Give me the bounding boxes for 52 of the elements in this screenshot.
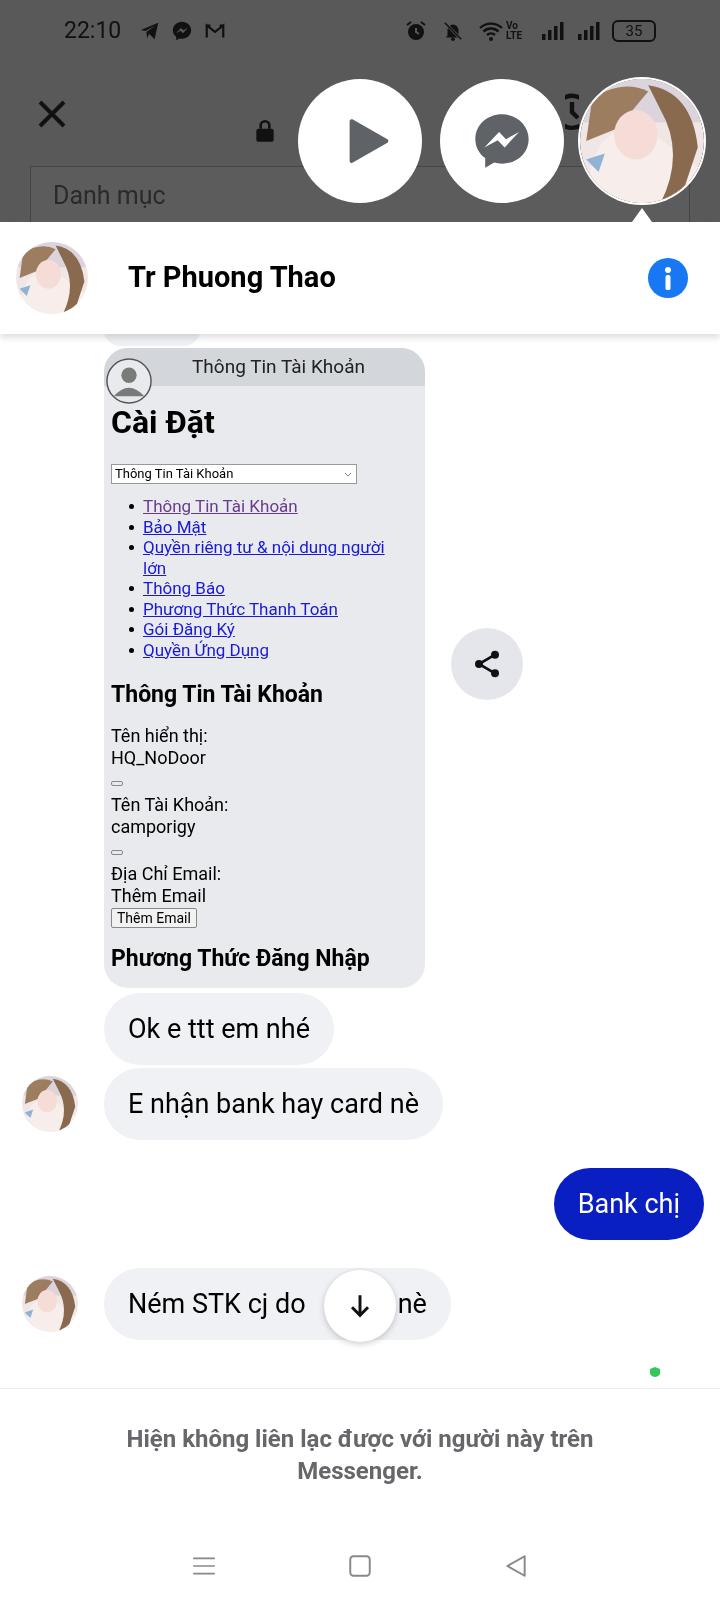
settings-link[interactable]: Quyền Ứng Dụng bbox=[143, 639, 270, 660]
chevron-down-icon bbox=[344, 471, 352, 477]
settings-link[interactable]: Thông Báo bbox=[143, 578, 225, 599]
info-icon bbox=[665, 266, 671, 290]
messenger-icon bbox=[171, 20, 194, 42]
wifi-icon bbox=[478, 19, 504, 43]
settings-link[interactable]: Bảo Mật bbox=[143, 516, 207, 537]
message-text: E nhận bank hay card nè bbox=[128, 1086, 419, 1122]
field-value: camporigy bbox=[111, 815, 197, 838]
bullet-icon bbox=[129, 627, 134, 632]
status-time: 22:10 bbox=[64, 15, 122, 46]
settings-link[interactable]: Quyền riêng tư & nội dung người lớn bbox=[143, 537, 401, 578]
page-heading: Cài Đặt bbox=[111, 402, 216, 442]
unavailable-notice: Hiện không liên lạc được với người này trên Messenger. bbox=[125, 1423, 595, 1487]
bullet-icon bbox=[129, 606, 134, 612]
page-title: Thông Tin Tài Khoản bbox=[192, 353, 365, 380]
settings-link[interactable]: Phương Thức Thanh Toán bbox=[143, 598, 338, 619]
settings-link[interactable]: Thông Tin Tài Khoản bbox=[143, 496, 298, 517]
back-icon[interactable] bbox=[503, 1553, 529, 1579]
signal-icon bbox=[576, 19, 602, 43]
field-label: Tên hiển thị: bbox=[111, 724, 209, 747]
home-icon[interactable] bbox=[347, 1553, 373, 1579]
signal-icon bbox=[540, 19, 566, 43]
user-icon bbox=[106, 358, 152, 404]
message-text: Ok e ttt em nhé bbox=[128, 1011, 310, 1047]
bullet-icon bbox=[129, 524, 134, 530]
small-button[interactable] bbox=[111, 849, 123, 855]
field-value: HQ_NoDoor bbox=[111, 746, 207, 769]
section-heading: Thông Tin Tài Khoản bbox=[111, 680, 324, 710]
select-field[interactable]: Thông Tin Tài Khoản bbox=[111, 464, 357, 484]
shield-icon bbox=[649, 1366, 661, 1378]
small-button[interactable] bbox=[111, 780, 123, 786]
message-text: Bank chị bbox=[577, 1186, 680, 1222]
bullet-icon bbox=[129, 545, 134, 550]
settings-link[interactable]: Gói Đăng Ký bbox=[143, 619, 235, 640]
field-label: Địa Chỉ Email: bbox=[111, 862, 223, 885]
section-heading: Phương Thức Đăng Nhập bbox=[111, 943, 371, 974]
bell-off-icon bbox=[442, 20, 464, 42]
network-label: Vo LTE bbox=[506, 21, 524, 41]
alarm-icon bbox=[404, 19, 428, 43]
info-button[interactable] bbox=[648, 258, 688, 298]
add-email-button[interactable]: Thêm Email bbox=[111, 907, 197, 928]
bullet-icon bbox=[129, 586, 134, 591]
field-value: Thêm Email bbox=[111, 884, 207, 907]
message-text: nè bbox=[397, 1286, 427, 1322]
shared-screenshot[interactable] bbox=[104, 348, 425, 988]
bullet-icon bbox=[129, 504, 134, 509]
battery-level: 35 bbox=[625, 20, 643, 42]
field-label: Tên Tài Khoản: bbox=[111, 793, 230, 816]
bullet-icon bbox=[129, 647, 134, 653]
message-text: Ném STK cj do bbox=[128, 1286, 306, 1322]
contact-name: Tr Phuong Thao bbox=[128, 259, 337, 297]
